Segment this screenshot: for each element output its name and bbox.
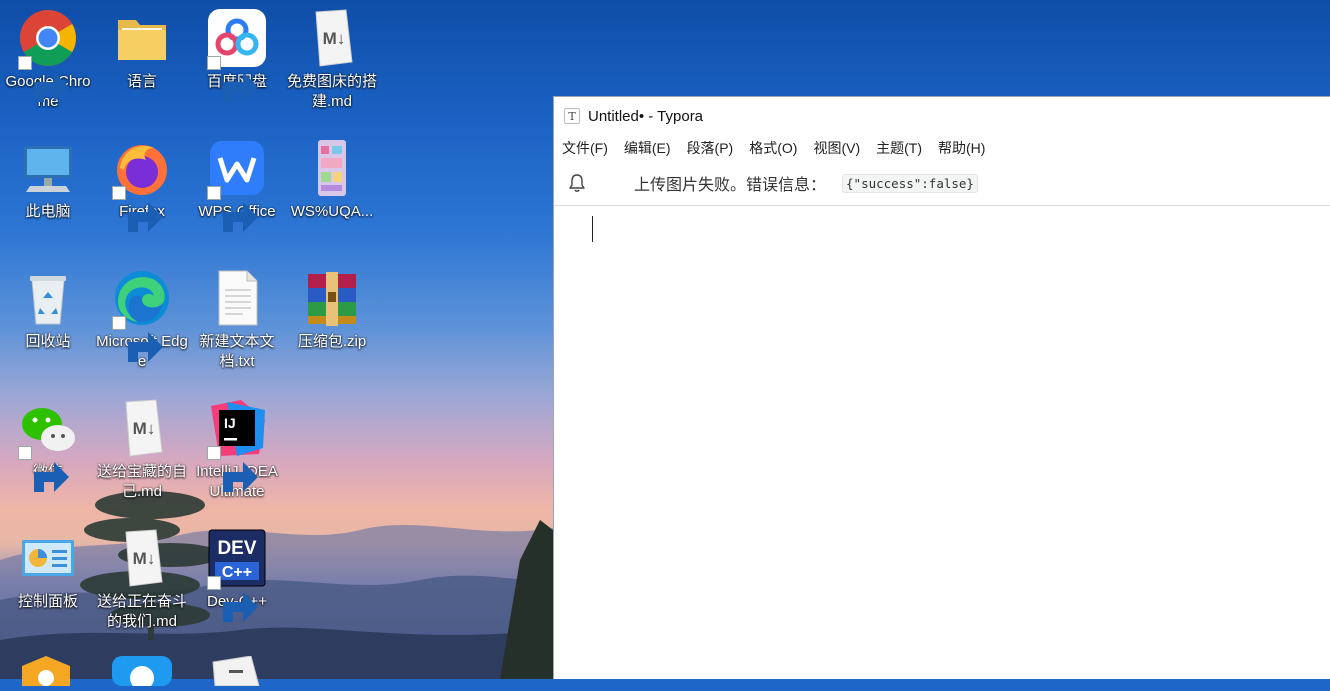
desktop-icon-label: 送给正在奋斗的我们.md <box>96 593 187 630</box>
menu-format[interactable]: 格式(O) <box>749 138 797 158</box>
image-file-icon <box>302 138 362 198</box>
menu-themes[interactable]: 主题(T) <box>876 138 922 158</box>
desktop-icon-this-pc[interactable]: 此电脑 <box>0 132 96 256</box>
dev-cpp-icon: DEV C++ <box>207 528 267 622</box>
desktop-icon-intellij-idea[interactable]: IJ IntelliJ IDEA Ultimate <box>189 392 285 516</box>
edge-icon <box>112 268 172 362</box>
desktop-icon-label: 新建文本文档.txt <box>199 333 275 370</box>
markdown-file-icon: M↓ <box>112 528 172 588</box>
desktop-icon-label: 送给宝藏的自己.md <box>96 463 187 500</box>
intellij-idea-icon: IJ <box>207 398 267 492</box>
notice-error-code: {"success":false} <box>842 173 978 193</box>
desktop-icon-google-chrome[interactable]: Google Chrome <box>0 2 96 126</box>
desktop-icon-label: 此电脑 <box>25 203 71 220</box>
window-titlebar[interactable]: T Untitled• - Typora <box>554 97 1330 135</box>
this-pc-icon <box>18 138 78 198</box>
desktop-icon-text-file[interactable]: 新建文本文档.txt <box>189 262 285 386</box>
shortcut-arrow-icon <box>18 446 69 492</box>
wechat-icon <box>18 398 78 492</box>
typora-logo-icon: T <box>564 108 580 124</box>
svg-text:M↓: M↓ <box>133 419 156 438</box>
shortcut-arrow-icon <box>112 186 163 232</box>
svg-text:IJ: IJ <box>224 415 236 431</box>
desktop-icon-markdown-3[interactable]: M↓ 送给正在奋斗的我们.md <box>94 522 190 646</box>
chrome-icon <box>18 8 78 102</box>
desktop-icon-label: WS%UQA... <box>290 203 374 220</box>
partial-app-icon[interactable] <box>112 656 172 690</box>
upload-error-notification: 上传图片失败。错误信息： {"success":false} <box>554 161 1330 206</box>
desktop-icon-label: 控制面板 <box>17 593 78 610</box>
desktop-icon-folder-language[interactable]: 语言 <box>94 2 190 126</box>
desktop-icon-markdown-2[interactable]: M↓ 送给宝藏的自己.md <box>94 392 190 516</box>
desktop-icon-zip-archive[interactable]: 压缩包.zip <box>284 262 380 386</box>
partial-app-icon[interactable] <box>18 656 74 686</box>
bell-icon[interactable] <box>566 172 588 194</box>
desktop-icon-label: 压缩包.zip <box>297 333 367 350</box>
desktop-icon-markdown-1[interactable]: M↓ 免费图床的搭建.md <box>284 2 380 126</box>
text-caret <box>592 216 593 242</box>
notice-message: 上传图片失败。错误信息： <box>634 177 827 194</box>
menu-help[interactable]: 帮助(H) <box>938 138 985 158</box>
desktop-icon-baidu-netdisk[interactable]: 百度网盘 <box>189 2 285 126</box>
desktop-icon-wps-office[interactable]: WPS Office <box>189 132 285 256</box>
window-title: Untitled• - Typora <box>588 107 704 125</box>
wps-office-icon <box>207 138 267 232</box>
menu-file[interactable]: 文件(F) <box>562 138 608 158</box>
markdown-file-icon: M↓ <box>302 8 362 68</box>
baidu-netdisk-icon <box>207 8 267 102</box>
shortcut-arrow-icon <box>207 446 258 492</box>
svg-text:M↓: M↓ <box>323 29 346 48</box>
text-file-icon <box>207 268 267 328</box>
desktop-icon-image-file[interactable]: WS%UQA... <box>284 132 380 256</box>
editor-area[interactable] <box>554 207 1330 679</box>
desktop-icon-wechat[interactable]: 微信 <box>0 392 96 516</box>
markdown-file-icon: M↓ <box>112 398 172 458</box>
desktop-icon-firefox[interactable]: Firefox <box>94 132 190 256</box>
menu-bar: 文件(F) 编辑(E) 段落(P) 格式(O) 视图(V) 主题(T) 帮助(H… <box>554 135 1330 161</box>
folder-icon <box>112 8 172 68</box>
shortcut-arrow-icon <box>112 316 163 362</box>
desktop-icon-label: 免费图床的搭建.md <box>286 73 377 110</box>
partial-file-icon[interactable] <box>207 655 263 687</box>
shortcut-arrow-icon <box>207 56 258 102</box>
desktop-icon-control-panel[interactable]: 控制面板 <box>0 522 96 646</box>
svg-text:DEV: DEV <box>217 538 256 559</box>
desktop-icon-dev-cpp[interactable]: DEV C++ Dev-C++ <box>189 522 285 646</box>
recycle-bin-icon <box>18 268 78 328</box>
typora-window[interactable]: T Untitled• - Typora 文件(F) 编辑(E) 段落(P) 格… <box>553 96 1330 679</box>
menu-edit[interactable]: 编辑(E) <box>624 138 671 158</box>
shortcut-arrow-icon <box>207 576 258 622</box>
desktop-icon-label: 语言 <box>126 73 157 90</box>
desktop-icon-microsoft-edge[interactable]: Microsoft Edge <box>94 262 190 386</box>
menu-paragraph[interactable]: 段落(P) <box>687 138 734 158</box>
shortcut-arrow-icon <box>207 186 258 232</box>
control-panel-icon <box>18 528 78 588</box>
svg-text:M↓: M↓ <box>133 549 156 568</box>
desktop-icon-label: 回收站 <box>25 333 71 350</box>
winrar-archive-icon <box>302 268 362 328</box>
menu-view[interactable]: 视图(V) <box>813 138 860 158</box>
shortcut-arrow-icon <box>18 56 69 102</box>
firefox-icon <box>112 138 172 232</box>
desktop-icon-recycle-bin[interactable]: 回收站 <box>0 262 96 386</box>
